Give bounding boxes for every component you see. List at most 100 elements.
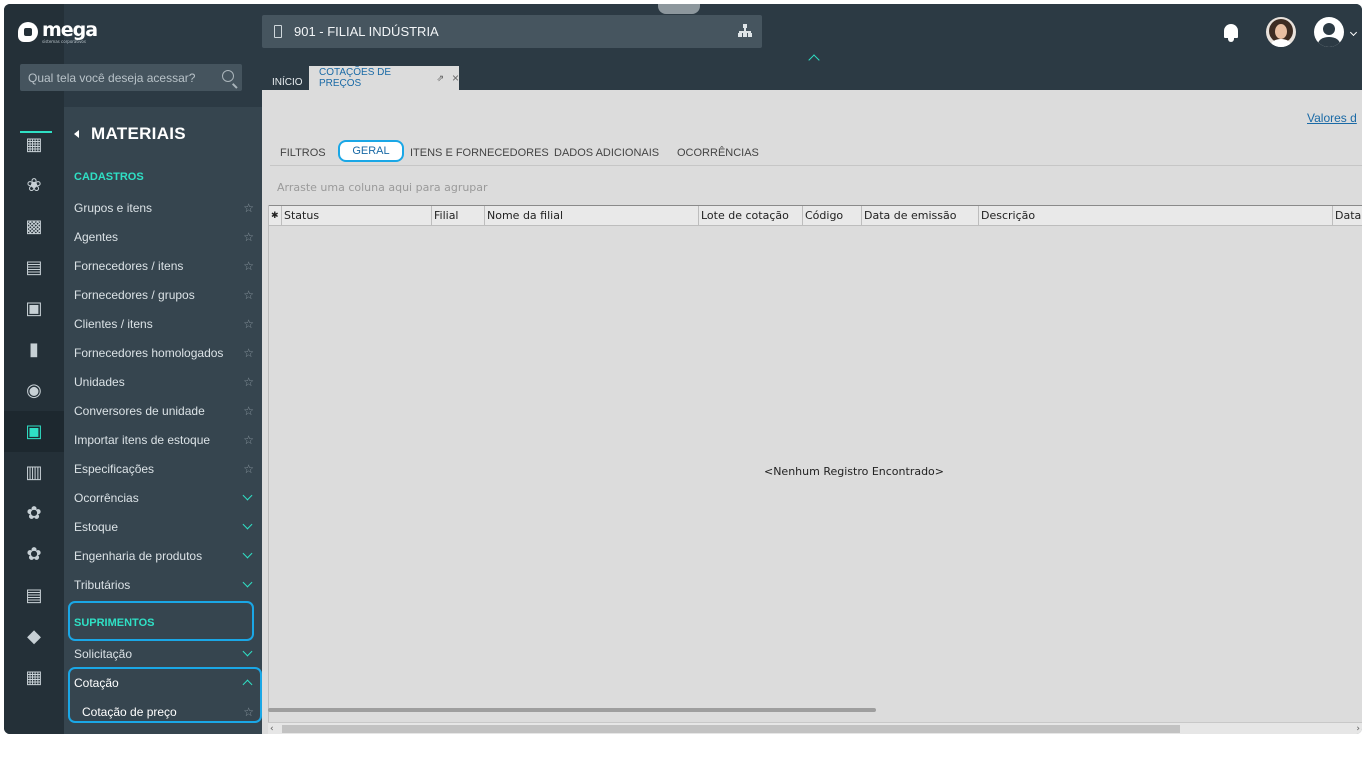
building-icon	[274, 25, 282, 38]
menu-item[interactable]: Clientes / itens ☆	[64, 309, 262, 338]
column-header[interactable]: Data de emissão	[862, 206, 979, 226]
menu-group-cotacao[interactable]: Cotação	[64, 668, 262, 697]
star-icon[interactable]: ☆	[243, 288, 254, 302]
empty-grid-message: <Nenhum Registro Encontrado>	[763, 465, 945, 478]
menu-group[interactable]: Tributários	[64, 570, 262, 599]
menu-subitem-cotacao-preco[interactable]: Cotação de preço ☆	[64, 697, 262, 726]
section-cadastros: CADASTROS	[74, 171, 144, 183]
branch-label: 901 - FILIAL INDÚSTRIA	[294, 24, 439, 39]
section-suprimentos[interactable]: SUPRIMENTOS	[74, 617, 154, 629]
rail-documents-icon[interactable]: ▤	[4, 575, 64, 616]
star-icon[interactable]: ☆	[243, 230, 254, 244]
menu-item[interactable]: Fornecedores / itens ☆	[64, 251, 262, 280]
rail-award-icon[interactable]: ❀	[4, 165, 64, 206]
app-window: mega sistemas corporativos ▦ ❀ ▩ ▤ ▣ ▮ ◉…	[4, 4, 1362, 734]
chevron-down-icon	[242, 490, 253, 501]
group-by-hint[interactable]: Arraste uma coluna aqui para agrupar	[277, 181, 488, 194]
hierarchy-icon[interactable]	[738, 24, 752, 38]
chevron-up-icon[interactable]	[808, 54, 820, 66]
rail-calendar-icon[interactable]: ▦	[4, 657, 64, 698]
user-icon[interactable]	[1314, 17, 1344, 47]
close-icon[interactable]: ×	[452, 71, 459, 85]
column-header[interactable]: Filial	[432, 206, 485, 226]
chevron-down-icon	[242, 548, 253, 559]
tab-label: COTAÇÕES DE PREÇOS	[319, 67, 392, 89]
star-icon[interactable]: ☆	[243, 201, 254, 215]
user-menu-caret-icon[interactable]	[1349, 28, 1358, 37]
valores-link[interactable]: Valores d	[1307, 111, 1362, 125]
collapse-header-handle[interactable]	[658, 4, 700, 14]
mega-logo: mega sistemas corporativos	[18, 16, 98, 48]
chevron-down-icon	[242, 646, 253, 657]
grid-header: ✱ Status Filial Nome da filial Lote de c…	[269, 205, 1362, 226]
scroll-thumb[interactable]	[282, 725, 1180, 733]
menu-item[interactable]: Especificações ☆	[64, 454, 262, 483]
grid-header-scrollbar[interactable]	[268, 708, 876, 712]
scroll-left-icon[interactable]: ‹	[270, 723, 274, 734]
rail-money-icon[interactable]: ▣	[4, 288, 64, 329]
row-indicator-header: ✱	[269, 206, 282, 226]
star-icon[interactable]: ☆	[243, 433, 254, 447]
star-icon[interactable]: ☆	[243, 317, 254, 331]
rail-tag-icon[interactable]: ◆	[4, 616, 64, 657]
subtab-geral[interactable]: GERAL	[338, 140, 404, 162]
back-arrow-icon[interactable]	[74, 130, 79, 138]
chevron-down-icon	[242, 577, 253, 588]
subtab-itens-fornecedores[interactable]: ITENS E FORNECEDORES	[410, 147, 549, 159]
menu-item[interactable]: Unidades ☆	[64, 367, 262, 396]
main-content: Valores d FILTROS GERAL ITENS E FORNECED…	[262, 90, 1362, 734]
menu-item[interactable]: Grupos e itens ☆	[64, 193, 262, 222]
star-icon[interactable]: ☆	[243, 404, 254, 418]
screen-search[interactable]	[20, 64, 242, 91]
rail-globe-icon[interactable]: ◉	[4, 370, 64, 411]
rail-nfe-icon[interactable]: ✿	[4, 493, 64, 534]
star-icon[interactable]: ☆	[243, 259, 254, 273]
column-header[interactable]: Status	[282, 206, 432, 226]
menu-item[interactable]: Fornecedores homologados ☆	[64, 338, 262, 367]
star-icon[interactable]: ☆	[243, 375, 254, 389]
column-header[interactable]: Código	[803, 206, 862, 226]
avatar[interactable]	[1266, 17, 1296, 47]
menu-group[interactable]: Solicitação	[64, 639, 262, 668]
column-header[interactable]: Descrição	[979, 206, 1333, 226]
star-icon[interactable]: ☆	[243, 346, 254, 360]
menu-group[interactable]: Ocorrências	[64, 483, 262, 512]
menu-group[interactable]: Estoque	[64, 512, 262, 541]
column-header[interactable]: Lote de cotação	[699, 206, 803, 226]
rail-cashier-icon[interactable]: ▩	[4, 206, 64, 247]
menu-item[interactable]: Fornecedores / grupos ☆	[64, 280, 262, 309]
rail-nfse-icon[interactable]: ✿	[4, 534, 64, 575]
branch-selector[interactable]: 901 - FILIAL INDÚSTRIA	[262, 15, 762, 48]
column-header[interactable]: Nome da filial	[485, 206, 699, 226]
icon-rail: mega sistemas corporativos ▦ ❀ ▩ ▤ ▣ ▮ ◉…	[4, 4, 98, 734]
rail-finance-chart-icon[interactable]: ▮	[4, 329, 64, 370]
scroll-right-icon[interactable]: ›	[1356, 723, 1360, 734]
menu-group[interactable]: Engenharia de produtos	[64, 541, 262, 570]
subtab-divider	[270, 165, 1362, 166]
logo-name: mega	[42, 18, 98, 41]
module-menu: MATERIAIS CADASTROS Grupos e itens ☆ Agen…	[64, 107, 262, 734]
chevron-down-icon	[242, 519, 253, 530]
bell-icon[interactable]	[1222, 22, 1240, 42]
rail-materials-icon[interactable]: ▣	[4, 411, 64, 452]
search-icon[interactable]	[222, 70, 234, 82]
subtab-dados-adicionais[interactable]: DADOS ADICIONAIS	[554, 147, 659, 159]
subtab-filtros[interactable]: FILTROS	[280, 147, 326, 159]
rail-factory-icon[interactable]: ▥	[4, 452, 64, 493]
star-icon[interactable]: ☆	[243, 705, 254, 719]
subtab-ocorrencias[interactable]: OCORRÊNCIAS	[677, 147, 759, 159]
horizontal-scrollbar[interactable]: ‹ ›	[268, 722, 1362, 734]
menu-item[interactable]: Agentes ☆	[64, 222, 262, 251]
menu-item[interactable]: Conversores de unidade ☆	[64, 396, 262, 425]
expand-icon[interactable]: ⇗	[436, 73, 444, 84]
tab-cotacoes-de-precos[interactable]: COTAÇÕES DE PREÇOS ⇗ ×	[309, 66, 459, 90]
rail-checklist-icon[interactable]: ▤	[4, 247, 64, 288]
rail-reports-icon[interactable]: ▦	[4, 124, 64, 165]
star-icon[interactable]: ☆	[243, 462, 254, 476]
menu-title-label: MATERIAIS	[91, 124, 186, 143]
column-header[interactable]: Data	[1333, 206, 1362, 226]
chevron-up-icon	[242, 679, 253, 690]
menu-item[interactable]: Importar itens de estoque ☆	[64, 425, 262, 454]
screen-search-input[interactable]	[28, 70, 218, 85]
menu-title[interactable]: MATERIAIS	[74, 124, 186, 144]
